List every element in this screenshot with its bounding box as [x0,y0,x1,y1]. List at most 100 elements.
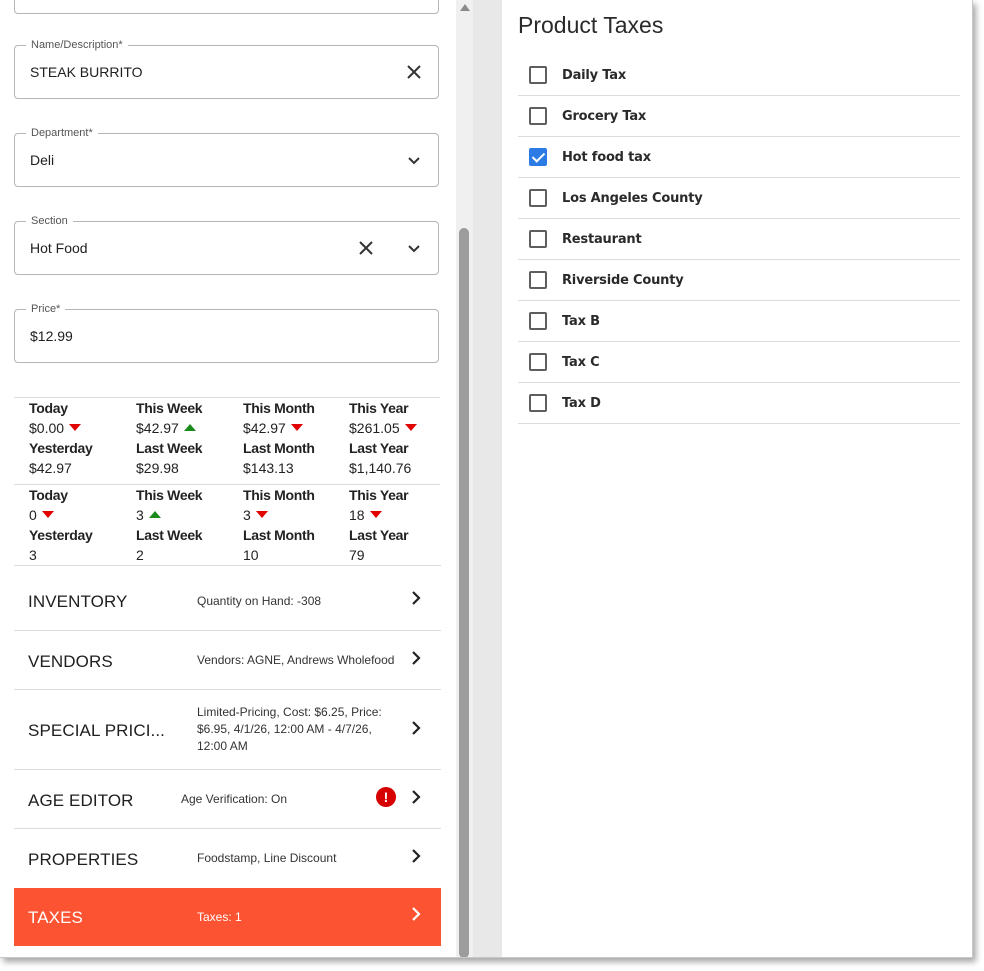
name-description-label: Name/Description* [26,38,128,52]
stat-value: 3 [243,507,251,523]
chevron-right-icon[interactable] [409,849,423,863]
section-description: Vendors: AGNE, Andrews Wholefood [197,653,395,667]
scrollbar-thumb[interactable] [459,228,469,957]
trend-down-icon [255,511,268,518]
section-select[interactable]: Section Hot Food [14,214,439,275]
section-description: Age Verification: On [181,792,288,806]
tax-option-label: Tax D [562,396,601,411]
section-title: PROPERTIES [28,850,139,869]
chevron-right-icon[interactable] [409,907,423,921]
panel-divider [473,0,502,957]
app-window: Name/Description* STEAK BURRITO Departme… [0,0,973,958]
department-value[interactable]: Deli [30,151,54,169]
checkbox[interactable] [529,66,547,84]
chevron-right-icon[interactable] [409,591,423,605]
section-title: SPECIAL PRICI... [28,721,166,740]
stat-label: Today [29,400,68,416]
stat-value: 10 [243,547,259,563]
exclamation-icon: ! [376,787,396,807]
tax-option[interactable]: Riverside County [518,260,960,301]
tax-option-label: Hot food tax [562,150,651,165]
stat-value: 2 [136,547,144,563]
section-title: TAXES [28,908,83,927]
chevron-right-icon[interactable] [409,721,423,735]
tax-option-label: Tax C [562,355,600,370]
section-value[interactable]: Hot Food [30,239,88,257]
stat-value: $1,140.76 [349,460,412,476]
trend-up-icon [183,424,196,431]
tax-option[interactable]: Tax B [518,301,960,342]
checkbox[interactable] [529,271,547,289]
department-select[interactable]: Department* Deli [14,126,439,187]
tax-option[interactable]: Tax C [518,342,960,383]
price-field[interactable]: Price* $12.99 [14,302,439,363]
checkbox[interactable] [529,107,547,125]
name-description-field[interactable]: Name/Description* STEAK BURRITO [14,38,439,99]
section-row-vendors[interactable]: VENDORS Vendors: AGNE, Andrews Wholefood [14,630,441,689]
item-editor-panel: Name/Description* STEAK BURRITO Departme… [0,0,456,957]
stat-label: Last Month [243,440,315,456]
previous-field[interactable] [14,0,439,14]
stat-label: Yesterday [29,527,93,543]
checkbox[interactable] [529,230,547,248]
checkbox-checked[interactable] [529,148,547,166]
section-row-inventory[interactable]: INVENTORY Quantity on Hand: -308 [14,565,441,630]
stat-label: Yesterday [29,440,93,456]
close-icon[interactable] [402,60,426,84]
trend-down-icon [404,424,417,431]
stat-value: $143.13 [243,460,294,476]
stat-label: This Month [243,487,315,503]
scroll-up-arrow-icon[interactable] [460,4,470,11]
tax-option-label: Daily Tax [562,68,627,83]
tax-option[interactable]: Hot food tax [518,137,960,178]
stat-value: $42.97 [29,460,72,476]
price-label: Price* [26,302,66,316]
stat-value: 79 [349,547,365,563]
stat-label: Last Week [136,527,203,543]
price-value[interactable]: $12.99 [30,327,73,345]
section-description: Limited-Pricing, Cost: $6.25, Price: $6.… [197,705,382,753]
section-description: Taxes: 1 [197,910,242,924]
chevron-down-icon[interactable] [402,236,426,260]
stat-label: This Month [243,400,315,416]
department-label: Department* [26,126,98,140]
product-taxes-panel: Product Taxes Daily Tax Grocery Tax Hot fo… [502,0,972,957]
section-title: INVENTORY [28,592,128,611]
stat-value: $29.98 [136,460,179,476]
section-description: Quantity on Hand: -308 [197,594,322,608]
section-label: Section [26,214,73,228]
stat-value: 18 [349,507,365,523]
tax-option[interactable]: Restaurant [518,219,960,260]
stat-value: $0.00 [29,420,65,436]
section-row-special-pricing[interactable]: SPECIAL PRICI... Limited-Pricing, Cost: … [14,689,441,769]
section-row-taxes[interactable]: TAXES Taxes: 1 [14,888,441,946]
stat-label: Last Year [349,527,409,543]
checkbox[interactable] [529,353,547,371]
vertical-scrollbar[interactable] [456,0,473,957]
chevron-down-icon[interactable] [402,148,426,172]
tax-option[interactable]: Daily Tax [518,55,960,96]
stat-label: This Week [136,400,203,416]
section-row-properties[interactable]: PROPERTIES Foodstamp, Line Discount [14,828,441,887]
checkbox[interactable] [529,189,547,207]
close-icon[interactable] [354,236,378,260]
sales-amount-stats: Today $0.00 This Week $42.97 This Month $42… [14,397,440,485]
tax-option[interactable]: Los Angeles County [518,178,960,219]
stat-value: $42.97 [243,420,286,436]
tax-option-label: Los Angeles County [562,191,703,206]
chevron-right-icon[interactable] [409,651,423,665]
section-description: Foodstamp, Line Discount [197,851,337,865]
tax-option[interactable]: Grocery Tax [518,96,960,137]
trend-down-icon [369,511,382,518]
chevron-right-icon[interactable] [409,790,423,804]
section-row-age-editor[interactable]: AGE EDITOR Age Verification: On ! [14,769,441,828]
stat-value: 3 [136,507,144,523]
name-description-value[interactable]: STEAK BURRITO [30,63,143,81]
checkbox[interactable] [529,312,547,330]
sales-count-stats: Today 0 This Week 3 This Month 3 This Year 1… [14,484,440,566]
tax-option-label: Grocery Tax [562,109,647,124]
checkbox[interactable] [529,394,547,412]
tax-option-label: Riverside County [562,273,684,288]
tax-option[interactable]: Tax D [518,383,960,424]
stat-label: This Week [136,487,203,503]
